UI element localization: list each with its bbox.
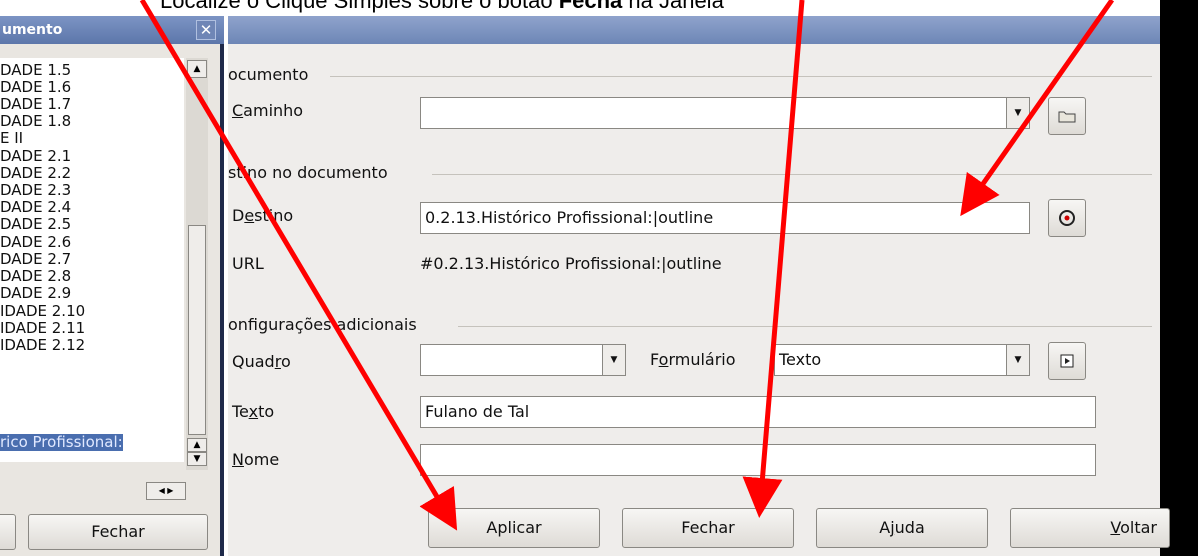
dropdown-arrow-icon[interactable]: ▼ <box>602 345 625 375</box>
path-label: Caminho <box>232 101 304 120</box>
target-label: Destino <box>232 206 294 225</box>
tree-item-selected[interactable]: rico Profissional: <box>0 434 123 451</box>
url-value: #0.2.13.Histórico Profissional:|outline <box>420 254 722 273</box>
horizontal-scroll-arrows-icon[interactable]: ◀ ▶ <box>146 482 186 500</box>
open-file-button[interactable] <box>1048 97 1086 135</box>
caption-bold: Fecha <box>558 0 623 13</box>
help-button[interactable]: Ajuda <box>816 508 988 548</box>
caption-prefix: Localize o Clique Simples sobre o botão <box>160 0 559 13</box>
target-in-document-button[interactable] <box>1048 199 1086 237</box>
navigator-close-button[interactable]: Fechar <box>28 514 208 550</box>
tree-item[interactable]: DADE 2.3 <box>0 182 71 199</box>
divider <box>458 326 1152 327</box>
navigator-title: umento <box>0 16 224 44</box>
tree-item[interactable]: DADE 1.5 <box>0 62 71 79</box>
scroll-up-arrow-icon[interactable]: ▲ <box>187 60 207 78</box>
events-icon <box>1060 354 1074 368</box>
tree-item[interactable]: DADE 2.5 <box>0 216 71 233</box>
tree-item[interactable]: DADE 2.2 <box>0 165 71 182</box>
form-label: Formulário <box>650 350 736 369</box>
name-label: Nome <box>232 450 280 469</box>
tree-item[interactable]: E II <box>0 130 23 147</box>
name-input[interactable] <box>420 444 1096 476</box>
path-combobox[interactable]: ▼ <box>420 97 1030 129</box>
tree-item[interactable]: DADE 2.9 <box>0 285 71 302</box>
divider <box>432 174 1152 175</box>
navigator-partial-button[interactable] <box>0 514 16 550</box>
frame-label: Quadro <box>232 352 291 371</box>
form-combobox[interactable]: Texto ▼ <box>774 344 1030 376</box>
text-label: Texto <box>232 402 275 421</box>
caption-suffix: na Janela <box>622 0 724 13</box>
target-icon <box>1059 210 1075 226</box>
close-icon[interactable]: ✕ <box>196 20 216 40</box>
form-value: Texto <box>779 350 822 369</box>
tree-item[interactable]: DADE 1.6 <box>0 79 71 96</box>
tree-item[interactable]: IDADE 2.11 <box>0 320 85 337</box>
tree-item[interactable]: DADE 2.8 <box>0 268 71 285</box>
instruction-caption: Localize o Clique Simples sobre o botão … <box>160 0 724 14</box>
events-button[interactable] <box>1048 342 1086 380</box>
tree-item[interactable]: DADE 1.8 <box>0 113 71 130</box>
back-button[interactable]: Voltar <box>1010 508 1170 548</box>
dropdown-arrow-icon[interactable]: ▼ <box>1006 345 1029 375</box>
screen-edge <box>1160 0 1198 556</box>
dialog-titlebar <box>228 16 1160 44</box>
tree-item[interactable]: DADE 2.6 <box>0 234 71 251</box>
scrollbar-thumb[interactable] <box>188 225 206 435</box>
scroll-up-arrow-icon[interactable]: ▲ <box>187 438 207 452</box>
tree-item[interactable]: IDADE 2.12 <box>0 337 85 354</box>
apply-button[interactable]: Aplicar <box>428 508 600 548</box>
close-button[interactable]: Fechar <box>622 508 794 548</box>
tree-item[interactable]: IDADE 2.10 <box>0 303 85 320</box>
navigator-close-label: Fechar <box>91 522 145 541</box>
text-input[interactable]: Fulano de Tal <box>420 396 1096 428</box>
section-document: ocumento <box>228 65 309 84</box>
scroll-down-arrow-icon[interactable]: ▼ <box>187 452 207 466</box>
tree-item[interactable]: DADE 2.1 <box>0 148 71 165</box>
tree-item[interactable]: DADE 2.7 <box>0 251 71 268</box>
tree-item[interactable]: DADE 2.4 <box>0 199 71 216</box>
dropdown-arrow-icon[interactable]: ▼ <box>1006 98 1029 128</box>
tree-item[interactable]: DADE 1.7 <box>0 96 71 113</box>
section-extra-settings: onfigurações adicionais <box>228 315 417 334</box>
navigator-tree[interactable]: DADE 1.5 DADE 1.6 DADE 1.7 DADE 1.8 E II… <box>0 58 184 462</box>
url-label: URL <box>232 254 264 273</box>
divider <box>330 76 1152 77</box>
folder-icon <box>1058 111 1076 123</box>
target-input[interactable]: 0.2.13.Histórico Profissional:|outline <box>420 202 1030 234</box>
frame-combobox[interactable]: ▼ <box>420 344 626 376</box>
section-target: stino no documento <box>228 163 388 182</box>
